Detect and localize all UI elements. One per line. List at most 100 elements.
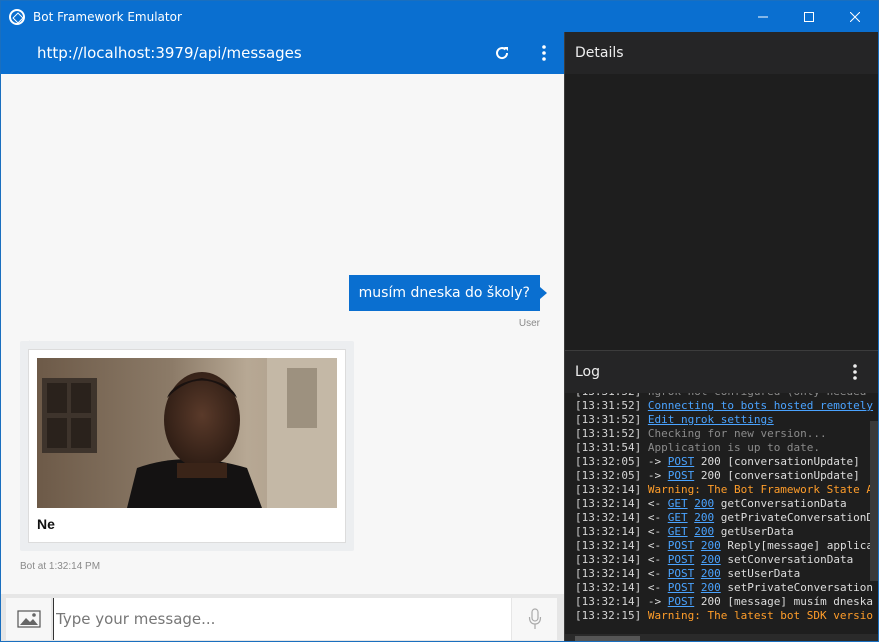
log-text: getUserData	[714, 525, 794, 538]
log-link[interactable]: POST	[668, 469, 695, 482]
log-header: Log	[565, 351, 878, 393]
log-text: ->	[647, 469, 668, 482]
conversation-history[interactable]: musím dneska do školy? User Ne Bot at 1:…	[1, 74, 564, 594]
log-timestamp: [13:32:14]	[575, 497, 648, 510]
log-horizontal-scrollbar[interactable]	[565, 634, 878, 641]
log-text: <-	[647, 539, 668, 552]
window-controls	[740, 1, 878, 32]
hero-card[interactable]: Ne	[28, 349, 346, 543]
log-link[interactable]: GET	[668, 525, 688, 538]
maximize-button[interactable]	[786, 1, 832, 32]
log-timestamp: [13:32:14]	[575, 581, 648, 594]
log-link[interactable]: 200	[701, 539, 721, 552]
log-link[interactable]: GET	[668, 497, 688, 510]
log-link[interactable]: POST	[668, 595, 695, 608]
close-button[interactable]	[832, 1, 878, 32]
minimize-icon	[758, 16, 768, 17]
maximize-icon	[804, 11, 814, 22]
message-composer	[1, 594, 564, 641]
log-timestamp: [13:31:52]	[575, 393, 648, 398]
log-link[interactable]: POST	[668, 553, 695, 566]
details-pane: Details	[564, 32, 878, 350]
log-link[interactable]: Edit ngrok settings	[648, 413, 774, 426]
image-upload-icon	[16, 610, 41, 628]
hero-card-image	[37, 358, 337, 508]
hero-photo	[37, 358, 337, 508]
bot-message-timestamp: Bot at 1:32:14 PM	[20, 561, 101, 572]
log-vertical-scrollbar[interactable]	[870, 421, 878, 581]
log-text: <-	[647, 525, 668, 538]
log-link[interactable]: GET	[668, 511, 688, 524]
emulator-window: Bot Framework Emulator http://localhost:…	[0, 0, 879, 642]
log-menu-button[interactable]	[846, 362, 864, 382]
user-message-bubble[interactable]: musím dneska do školy?	[348, 275, 548, 311]
log-link[interactable]: Connecting to bots hosted remotely	[648, 399, 873, 412]
title-bar: Bot Framework Emulator	[1, 1, 878, 32]
bot-emulator-icon	[9, 8, 25, 25]
details-header: Details	[565, 32, 878, 74]
log-link[interactable]: POST	[668, 581, 695, 594]
log-link[interactable]: 200	[701, 553, 721, 566]
upload-attachment-button[interactable]	[6, 598, 51, 640]
log-line: [13:31:54] Application is up to date.	[575, 441, 878, 455]
log-horizontal-scroll-thumb[interactable]	[575, 636, 640, 641]
minimize-button[interactable]	[740, 1, 786, 32]
log-title: Log	[575, 364, 601, 380]
log-timestamp: [13:31:52]	[575, 399, 648, 412]
microphone-button[interactable]	[512, 598, 557, 640]
log-text: getConversationData	[714, 497, 847, 510]
log-text: <-	[647, 497, 668, 510]
log-text: ->	[647, 595, 668, 608]
log-line: [13:32:14] <- POST 200 setPrivateConvers…	[575, 581, 878, 595]
log-text: Warning: The latest bot SDK versio	[647, 609, 874, 622]
log-text: Reply[message] applica	[720, 539, 874, 552]
log-line: [13:31:52] Checking for new version...	[575, 427, 878, 441]
log-timestamp: [13:32:05]	[575, 455, 648, 468]
log-timestamp: [13:31:52]	[575, 427, 648, 440]
address-bar: http://localhost:3979/api/messages	[1, 32, 564, 74]
refresh-icon	[496, 47, 509, 60]
log-text: 200 [conversationUpdate]	[694, 455, 860, 468]
log-text: getPrivateConversationD	[714, 511, 874, 524]
log-line: [13:31:52] Edit ngrok settings	[575, 413, 878, 427]
log-timestamp: [13:32:14]	[575, 525, 648, 538]
log-link[interactable]: 200	[694, 511, 714, 524]
log-timestamp: [13:32:14]	[575, 539, 648, 552]
log-link[interactable]: POST	[668, 455, 695, 468]
log-link[interactable]: POST	[668, 539, 695, 552]
log-line: [13:32:05] -> POST 200 [conversationUpda…	[575, 469, 878, 483]
log-timestamp: [13:31:54]	[575, 441, 648, 454]
log-link[interactable]: 200	[694, 497, 714, 510]
log-line: [13:32:15] Warning: The latest bot SDK v…	[575, 609, 878, 623]
more-vertical-icon	[853, 364, 857, 380]
more-vertical-icon	[542, 45, 546, 61]
chat-menu-button[interactable]	[533, 42, 555, 64]
details-body	[565, 74, 878, 350]
log-link[interactable]: 200	[701, 567, 721, 580]
log-line: [13:31:52] Connecting to bots hosted rem…	[575, 399, 878, 413]
endpoint-url[interactable]: http://localhost:3979/api/messages	[37, 44, 302, 62]
log-line: [13:32:14] -> POST 200 [message] musím d…	[575, 595, 878, 609]
microphone-icon	[528, 608, 541, 629]
message-input[interactable]	[53, 598, 511, 640]
log-line: [13:32:14] <- GET 200 getConversationDat…	[575, 497, 878, 511]
bot-message[interactable]: Ne	[20, 340, 354, 551]
log-timestamp: [13:32:14]	[575, 595, 648, 608]
log-link[interactable]: POST	[668, 567, 695, 580]
details-title: Details	[575, 45, 624, 61]
log-text: <-	[647, 511, 668, 524]
log-text: <-	[647, 567, 668, 580]
close-icon	[850, 11, 860, 22]
log-line: [13:32:14] <- POST 200 Reply[message] ap…	[575, 539, 878, 553]
log-pane: Log [13:31:52] ngrok not configured (onl…	[564, 350, 878, 641]
log-text: Warning: The Bot Framework State A	[647, 483, 874, 496]
log-line: [13:32:14] <- POST 200 setUserData	[575, 567, 878, 581]
log-entries[interactable]: [13:31:52] ngrok not configured (only ne…	[565, 393, 878, 634]
log-text: ngrok not configured (only needed	[648, 393, 867, 398]
refresh-button[interactable]	[491, 42, 513, 64]
log-link[interactable]: 200	[701, 581, 721, 594]
log-text: setConversationData	[720, 553, 854, 566]
log-link[interactable]: 200	[694, 525, 714, 538]
